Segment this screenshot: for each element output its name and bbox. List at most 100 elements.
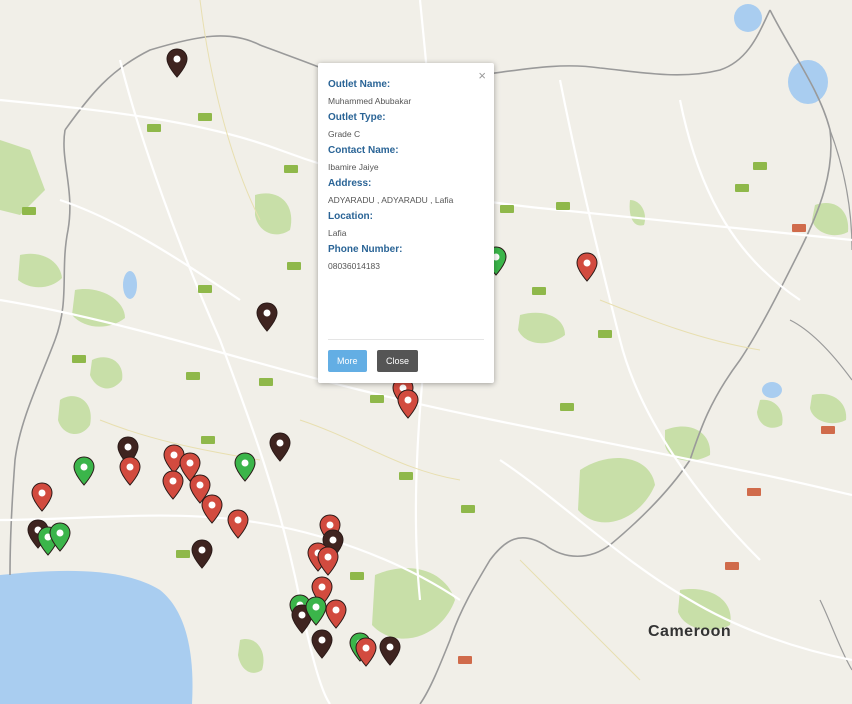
park-12 xyxy=(90,357,123,389)
road-badge xyxy=(792,224,806,232)
park-10 xyxy=(757,399,783,428)
contact-name-label: Contact Name: xyxy=(328,145,399,156)
map-marker-red[interactable] xyxy=(201,494,223,524)
map-marker-green[interactable] xyxy=(305,596,327,626)
map-pin-icon xyxy=(162,470,184,500)
road-badge xyxy=(176,550,190,558)
cross-river-park xyxy=(372,568,455,639)
map-pin-icon xyxy=(227,509,249,539)
map-marker-green[interactable] xyxy=(73,456,95,486)
map-marker-dark[interactable] xyxy=(311,629,333,659)
map-marker-green[interactable] xyxy=(234,452,256,482)
park-1 xyxy=(0,140,45,215)
road-badge xyxy=(747,488,761,496)
popup-divider xyxy=(328,339,484,340)
map-pin-icon xyxy=(379,636,401,666)
outlet-name-value: Muhammed Abubakar xyxy=(328,96,412,106)
map-marker-red[interactable] xyxy=(325,599,347,629)
map-canvas[interactable]: Cameroon × Outlet Name: Muhammed Abubaka… xyxy=(0,0,852,704)
map-pin-icon xyxy=(317,546,339,576)
more-button[interactable]: More xyxy=(328,350,367,372)
map-pin-icon xyxy=(269,432,291,462)
country-label-cameroon: Cameroon xyxy=(648,623,732,640)
map-marker-red[interactable] xyxy=(355,637,377,667)
map-marker-red[interactable] xyxy=(397,389,419,419)
map-pin-icon xyxy=(49,522,71,552)
road-badge xyxy=(461,505,475,513)
road-badge xyxy=(532,287,546,295)
outlet-name-label: Outlet Name: xyxy=(328,79,391,90)
road-badge xyxy=(22,207,36,215)
road-badge xyxy=(259,378,273,386)
road-badge xyxy=(350,572,364,580)
road-badge xyxy=(186,372,200,380)
location-label: Location: xyxy=(328,211,373,222)
map-pin-icon xyxy=(119,456,141,486)
outlet-info-popup: × Outlet Name: Muhammed Abubakar Outlet … xyxy=(318,63,494,383)
park-4 xyxy=(255,193,292,235)
road-badge xyxy=(198,285,212,293)
road-badge xyxy=(560,403,574,411)
road-badge xyxy=(725,562,739,570)
road-badge xyxy=(370,395,384,403)
map-pin-icon xyxy=(355,637,377,667)
map-marker-red[interactable] xyxy=(162,470,184,500)
road-badge xyxy=(399,472,413,480)
address-label: Address: xyxy=(328,178,372,189)
map-marker-dark[interactable] xyxy=(379,636,401,666)
park-9 xyxy=(810,393,847,424)
outlet-type-label: Outlet Type: xyxy=(328,112,386,123)
map-marker-red[interactable] xyxy=(119,456,141,486)
lake-chad xyxy=(788,60,828,104)
park-5 xyxy=(518,312,565,344)
map-marker-dark[interactable] xyxy=(256,302,278,332)
map-marker-red[interactable] xyxy=(227,509,249,539)
road-badge xyxy=(72,355,86,363)
road-badge xyxy=(735,184,749,192)
road-badge xyxy=(201,436,215,444)
map-marker-dark[interactable] xyxy=(191,539,213,569)
map-pin-icon xyxy=(73,456,95,486)
park-14 xyxy=(58,396,91,435)
road-badge xyxy=(198,113,212,121)
contact-name-value: Ibamire Jaiye xyxy=(328,162,379,172)
kainji-lake xyxy=(123,271,137,299)
map-marker-red[interactable] xyxy=(31,482,53,512)
map-pin-icon xyxy=(325,599,347,629)
border-cameroon-chad xyxy=(789,319,852,381)
address-value: ADYARADU , ADYARADU , Lafia xyxy=(328,195,454,205)
map-pin-icon xyxy=(256,302,278,332)
outlet-type-value: Grade C xyxy=(328,129,361,139)
road-badge xyxy=(753,162,767,170)
map-pin-icon xyxy=(201,494,223,524)
phone-label: Phone Number: xyxy=(328,244,403,255)
phone-value: 08036014183 xyxy=(328,261,381,271)
road-badge xyxy=(500,205,514,213)
map-marker-green[interactable] xyxy=(49,522,71,552)
road-badge xyxy=(147,124,161,132)
map-pin-icon xyxy=(576,252,598,282)
road-badge xyxy=(287,262,301,270)
park-6 xyxy=(578,458,655,523)
road-badge xyxy=(458,656,472,664)
map-marker-red[interactable] xyxy=(317,546,339,576)
road-badge xyxy=(821,426,835,434)
park-2 xyxy=(18,253,62,288)
park-13 xyxy=(629,200,646,226)
road-badge xyxy=(598,330,612,338)
park-8 xyxy=(812,203,849,236)
map-marker-red[interactable] xyxy=(576,252,598,282)
map-marker-dark[interactable] xyxy=(166,48,188,78)
location-value: Lafia xyxy=(328,228,347,238)
close-button[interactable]: Close xyxy=(376,350,418,372)
map-pin-icon xyxy=(397,389,419,419)
popup-actions: More Close xyxy=(328,350,424,372)
lake-east xyxy=(762,382,782,398)
map-pin-icon xyxy=(31,482,53,512)
map-marker-dark[interactable] xyxy=(269,432,291,462)
road-badge xyxy=(556,202,570,210)
close-icon[interactable]: × xyxy=(478,68,486,83)
lake-chad-north xyxy=(734,4,762,32)
map-pin-icon xyxy=(234,452,256,482)
park-15 xyxy=(238,639,264,673)
